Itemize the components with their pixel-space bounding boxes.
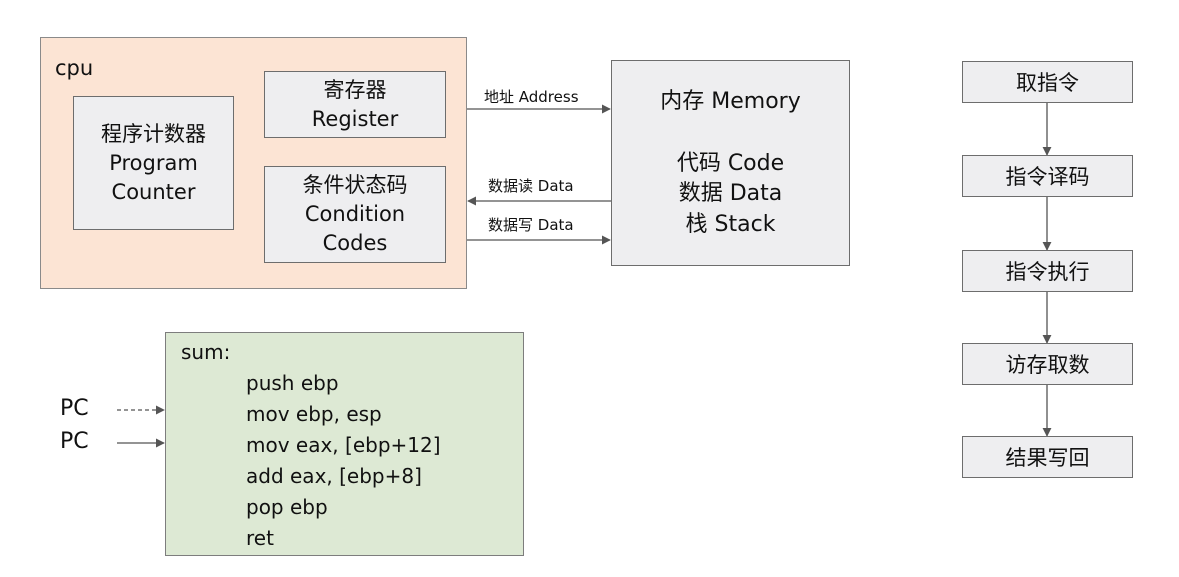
register-zh: 寄存器: [323, 77, 387, 102]
pipeline-step-writeback: 结果写回: [962, 436, 1133, 478]
code-line: ret: [246, 526, 274, 550]
code-line: mov eax, [ebp+12]: [246, 433, 441, 457]
pipeline-step-label: 指令译码: [1005, 165, 1090, 189]
memory-item-stack: 栈 Stack: [685, 212, 776, 237]
memory-box: 内存 Memory 代码 Code 数据 Data 栈 Stack: [611, 60, 850, 266]
code-line: push ebp: [246, 371, 339, 395]
pc-pointer-label-current: PC: [60, 429, 89, 454]
code-listing-box: sum: push ebp mov ebp, esp mov eax, [ebp…: [165, 332, 524, 556]
condition-codes-en-1: Condition: [304, 202, 406, 226]
pipeline-step-label: 指令执行: [1005, 260, 1090, 284]
memory-item-data: 数据 Data: [678, 181, 783, 206]
condition-codes-box: 条件状态码 Condition Codes: [264, 166, 446, 263]
program-counter-en-1: Program: [109, 150, 198, 175]
program-counter-en-2: Counter: [111, 179, 196, 204]
pipeline-step-fetch: 取指令: [962, 61, 1133, 103]
memory-item-code: 代码 Code: [676, 151, 785, 176]
pipeline-step-label: 结果写回: [1005, 446, 1090, 470]
pc-pointer-label-previous: PC: [60, 396, 89, 421]
pipeline-step-label: 访存取数: [1005, 353, 1090, 377]
pipeline-step-decode: 指令译码: [962, 155, 1133, 197]
condition-codes-zh: 条件状态码: [302, 173, 408, 197]
pipeline-step-memory: 访存取数: [962, 343, 1133, 385]
program-counter-zh: 程序计数器: [101, 121, 206, 146]
code-line: mov ebp, esp: [246, 402, 382, 426]
program-counter-box: 程序计数器 Program Counter: [73, 96, 234, 230]
code-label: sum:: [181, 340, 231, 364]
pipeline-step-execute: 指令执行: [962, 250, 1133, 292]
register-box: 寄存器 Register: [264, 71, 446, 138]
code-line: add eax, [ebp+8]: [246, 464, 422, 488]
cpu-label: cpu: [55, 56, 94, 80]
pipeline-step-label: 取指令: [1016, 71, 1079, 95]
memory-title: 内存 Memory: [660, 89, 801, 114]
data-write-label: 数据写 Data: [488, 216, 574, 234]
code-line: pop ebp: [246, 495, 328, 519]
address-bus-label: 地址 Address: [484, 88, 579, 106]
register-en: Register: [311, 106, 399, 131]
condition-codes-en-2: Codes: [322, 231, 388, 255]
data-read-label: 数据读 Data: [488, 177, 574, 195]
